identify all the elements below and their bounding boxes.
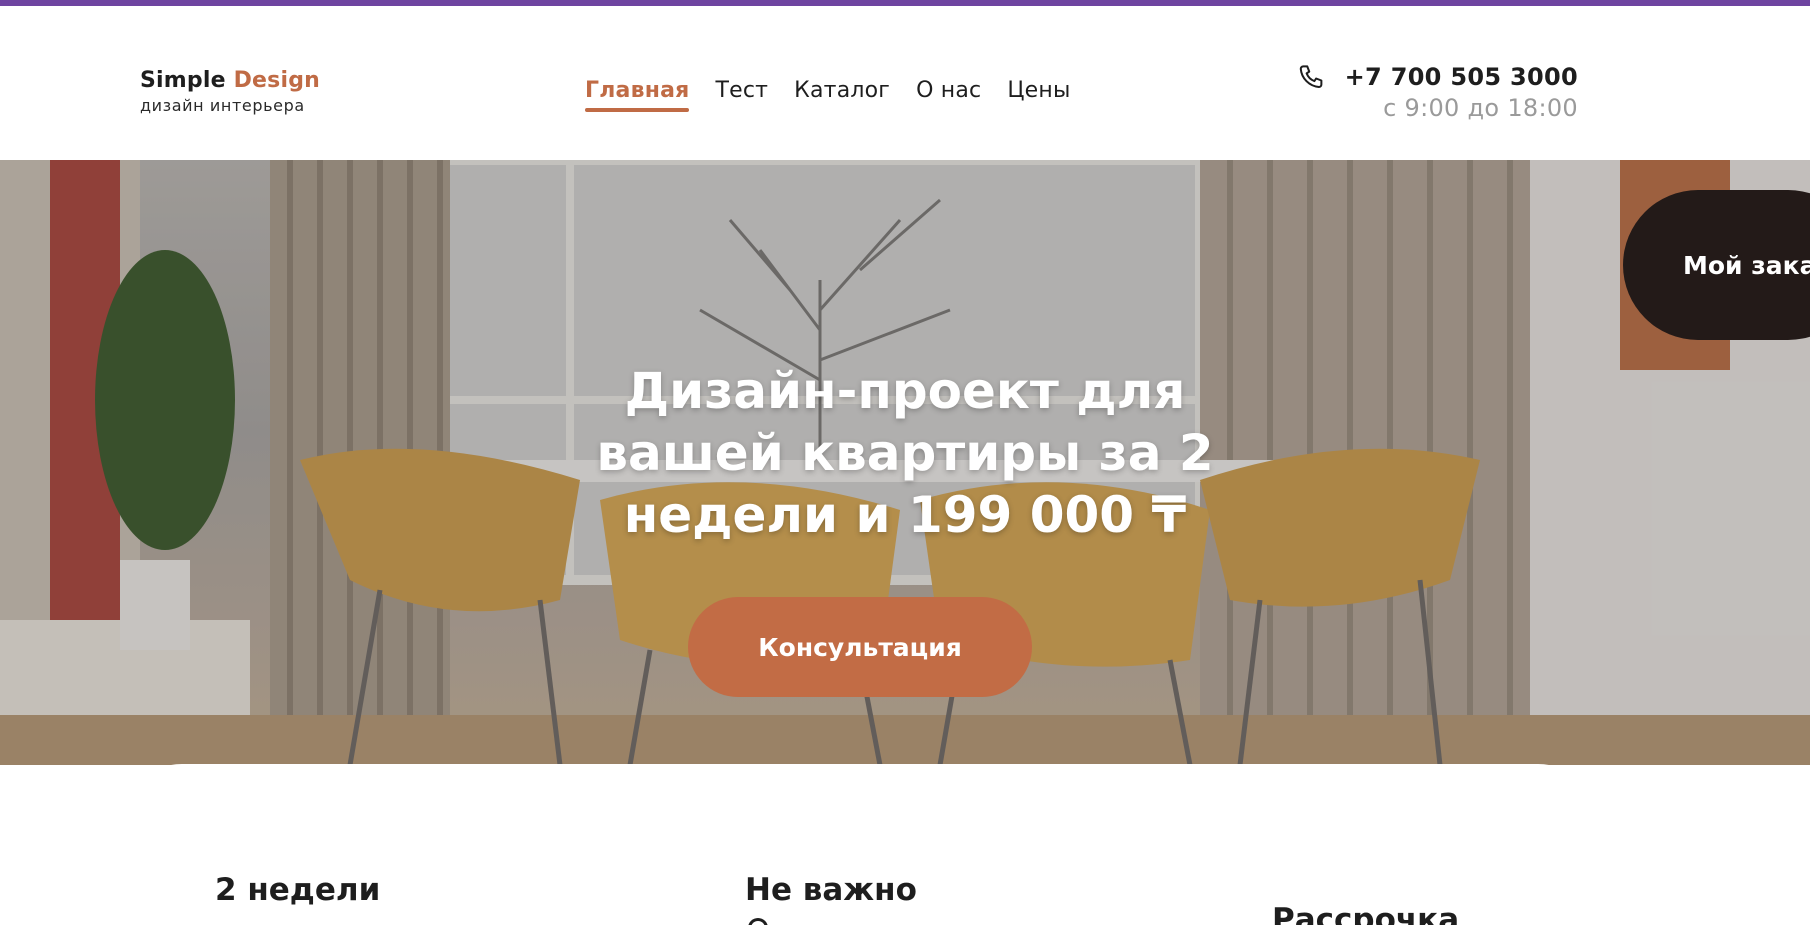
feature-duration: 2 недели [215, 872, 381, 908]
contact-block: +7 700 505 3000 с 9:00 до 18:00 [1297, 62, 1578, 122]
nav-item-about[interactable]: О нас [916, 78, 981, 103]
my-order-button[interactable]: Мой заказ [1623, 190, 1810, 340]
phone-icon[interactable] [1297, 62, 1327, 92]
nav-item-home[interactable]: Главная [585, 78, 690, 112]
logo[interactable]: Simple Design дизайн интерьера [140, 68, 320, 115]
main-nav: Главная Тест Каталог О нас Цены [585, 78, 1071, 112]
nav-item-prices[interactable]: Цены [1007, 78, 1070, 103]
site-header: Simple Design дизайн интерьера Главная Т… [0, 6, 1810, 160]
phone-number[interactable]: +7 700 505 3000 [1345, 63, 1578, 91]
working-hours: с 9:00 до 18:00 [1383, 94, 1578, 122]
logo-name-part1: Simple [140, 68, 234, 93]
feature-any: Не важно [745, 872, 917, 908]
nav-item-test[interactable]: Тест [715, 78, 768, 103]
feature-installment: Рассрочка [1272, 902, 1460, 925]
logo-tagline: дизайн интерьера [140, 96, 305, 115]
hero-title: Дизайн-проект для вашей квартиры за 2 не… [596, 362, 1214, 544]
phone-row: +7 700 505 3000 [1297, 62, 1578, 92]
nav-item-catalog[interactable]: Каталог [794, 78, 890, 103]
consultation-button[interactable]: Консультация [688, 597, 1032, 697]
logo-title: Simple Design [140, 68, 320, 93]
my-order-label: Мой заказ [1683, 250, 1810, 280]
logo-name-part2: Design [233, 68, 321, 93]
hero-section: Дизайн-проект для вашей квартиры за 2 не… [0, 160, 1810, 765]
